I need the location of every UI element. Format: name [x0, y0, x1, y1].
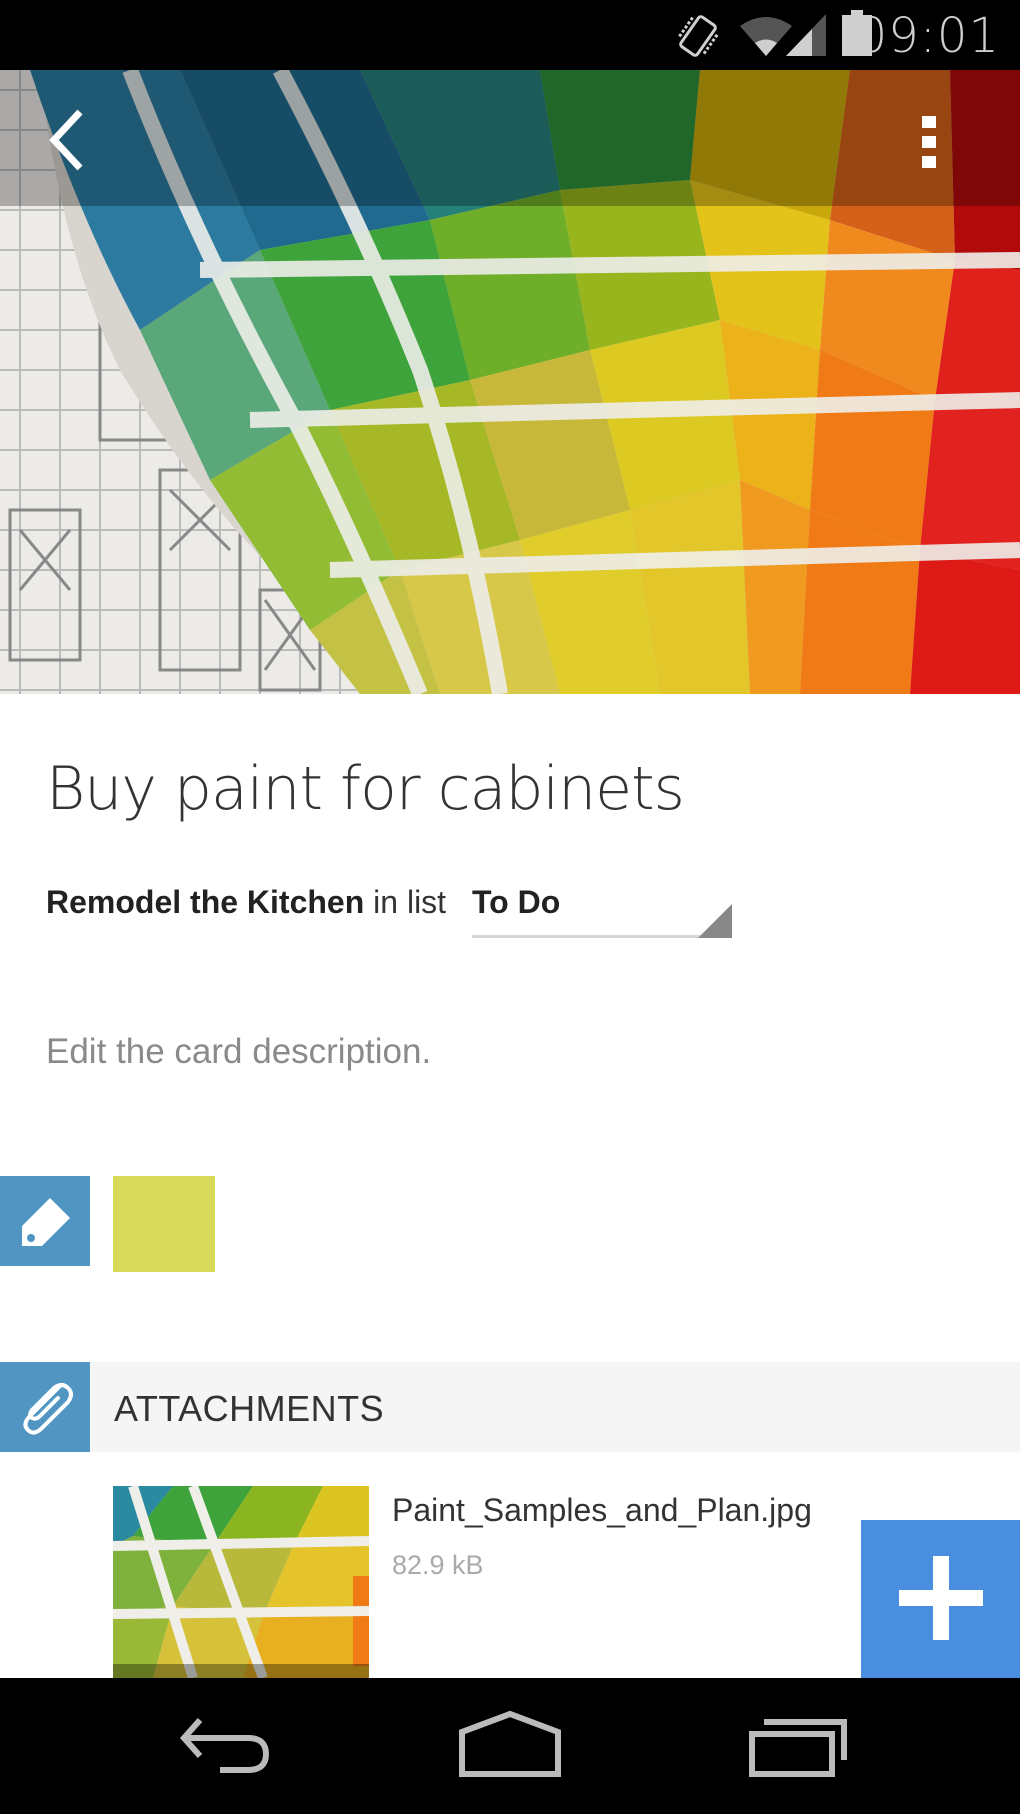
dropdown-arrow-icon [698, 904, 732, 938]
dropdown-underline [472, 935, 732, 938]
tag-icon [22, 1198, 70, 1246]
recents-icon [749, 1719, 847, 1777]
attachments-title: ATTACHMENTS [114, 1388, 385, 1429]
back-icon [179, 1718, 270, 1773]
attachments-icon-box [0, 1362, 90, 1452]
list-dropdown[interactable]: To Do [472, 880, 732, 940]
nav-home-button[interactable] [450, 1708, 570, 1788]
attachment-thumbnail[interactable] [113, 1486, 369, 1678]
paperclip-icon [23, 1383, 73, 1435]
board-info: Remodel the Kitchen in list [46, 884, 446, 921]
edit-labels-button[interactable] [0, 1176, 90, 1266]
card-title[interactable]: Buy paint for cabinets [46, 754, 685, 824]
status-bar: 09:01 [0, 0, 1020, 70]
home-icon [459, 1710, 561, 1777]
add-button[interactable] [861, 1520, 1020, 1678]
overflow-menu-button[interactable] [900, 98, 960, 178]
plus-icon [899, 1556, 983, 1640]
card-cover-image [0, 70, 1020, 694]
attachments-header: ATTACHMENTS [90, 1362, 1020, 1452]
chevron-left-icon [49, 109, 83, 171]
signal-icon [786, 14, 826, 56]
nav-recents-button[interactable] [740, 1708, 860, 1788]
back-button[interactable] [36, 98, 106, 178]
attachment-image [113, 1486, 369, 1678]
vibrate-icon [677, 15, 719, 57]
description-field[interactable]: Edit the card description. [46, 1032, 431, 1072]
attachment-size: 82.9 kB [392, 1550, 484, 1580]
nav-back-button[interactable] [170, 1708, 290, 1788]
board-name: Remodel the Kitchen [46, 884, 365, 920]
attachment-name[interactable]: Paint_Samples_and_Plan.jpg [392, 1492, 812, 1529]
in-list-label: in list [373, 884, 447, 920]
list-dropdown-value: To Do [472, 884, 561, 920]
app-bar-scrim [0, 70, 1020, 206]
label-chip[interactable] [113, 1176, 215, 1272]
clock: 09:01 [856, 8, 1000, 64]
system-nav-bar [0, 1678, 1020, 1814]
more-vertical-icon [922, 116, 936, 168]
